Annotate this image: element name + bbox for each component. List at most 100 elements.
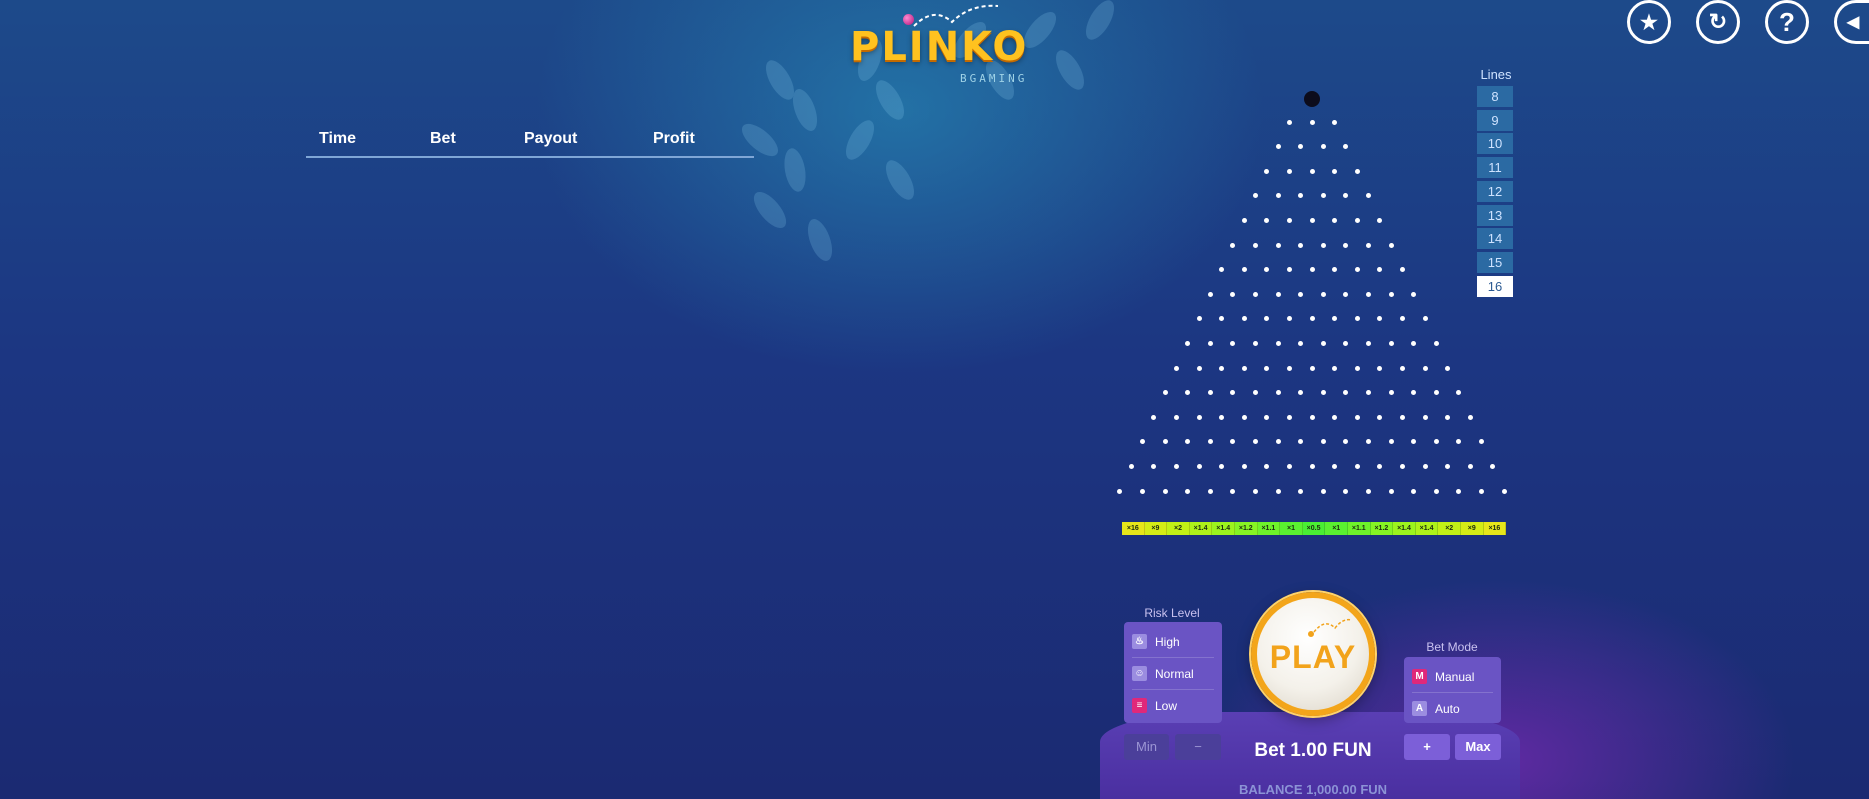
peg [1366,340,1371,346]
peg [1298,242,1304,248]
peg [1298,390,1304,396]
achievements-icon[interactable]: ★ [1627,0,1671,44]
peg [1366,439,1371,445]
bet-mode-auto-option[interactable]: A Auto [1412,693,1493,724]
peg [1286,217,1292,223]
peg [1366,242,1371,248]
play-button[interactable]: PLAY [1251,592,1375,716]
multiplier-slot: ×1.2 [1235,522,1258,535]
peg [1433,340,1439,346]
peg [1151,414,1157,420]
peg [1411,291,1417,297]
decrease-bet-button[interactable]: − [1175,734,1221,760]
risk-normal-option[interactable]: ☺ Normal [1132,658,1214,690]
peg [1128,463,1134,469]
peg [1286,267,1292,273]
peg [1320,340,1326,346]
peg [1253,390,1258,396]
face-icon: ☺ [1132,666,1147,681]
risk-low-label: Low [1155,698,1178,713]
min-bet-button[interactable]: Min [1124,734,1169,760]
lines-option-9[interactable]: 9 [1477,109,1513,131]
peg [1298,193,1304,199]
peg [1219,463,1225,469]
peg [1253,242,1258,248]
history-icon[interactable]: ↻ [1696,0,1740,44]
peg [1467,414,1473,420]
peg [1388,439,1394,445]
peg [1343,488,1349,494]
help-icon[interactable]: ? [1765,0,1809,44]
peg [1354,463,1360,469]
peg [1309,168,1315,174]
peg [1253,488,1258,494]
lines-option-13[interactable]: 13 [1477,204,1513,226]
peg [1298,488,1304,494]
peg [1366,488,1371,494]
peg [1298,144,1304,150]
multiplier-slot: ×1.4 [1189,522,1213,535]
peg [1264,414,1270,420]
lines-option-12[interactable]: 12 [1477,180,1513,202]
peg [1309,463,1315,469]
peg [1230,390,1236,396]
peg [1422,316,1428,322]
peg [1219,316,1225,322]
peg [1309,316,1315,322]
peg [1207,439,1213,445]
peg [1219,365,1225,371]
lines-option-14[interactable]: 14 [1477,228,1513,250]
multiplier-slot: ×16 [1483,522,1507,535]
peg [1162,439,1168,445]
peg [1196,365,1202,371]
peg [1275,390,1281,396]
peg [1309,414,1315,420]
peg [1185,390,1191,396]
peg [1275,291,1281,297]
lines-option-11[interactable]: 11 [1477,157,1513,179]
peg [1275,242,1281,248]
peg [1207,340,1213,346]
multiplier-slot: ×9 [1144,522,1168,535]
lines-option-15[interactable]: 15 [1477,251,1513,273]
multiplier-slot: ×1.2 [1370,522,1394,535]
sound-icon[interactable]: ◀ [1834,0,1869,44]
lines-option-10[interactable]: 10 [1477,133,1513,155]
col-payout: Payout [524,130,578,147]
peg [1411,488,1417,494]
peg [1388,390,1394,396]
bet-mode-manual-option[interactable]: M Manual [1412,661,1493,693]
peg [1230,439,1236,445]
peg [1411,439,1417,445]
bet-mode-group: M Manual A Auto [1404,657,1501,723]
peg [1309,365,1315,371]
peg [1173,463,1179,469]
lines-option-16[interactable]: 16 [1477,275,1513,297]
peg [1411,340,1417,346]
peg [1332,267,1338,273]
peg [1298,439,1304,445]
increase-bet-button[interactable]: + [1404,734,1450,760]
peg [1219,267,1225,273]
max-bet-button[interactable]: Max [1455,734,1501,760]
peg [1320,488,1326,494]
peg [1399,365,1405,371]
peg [1501,488,1507,494]
peg [1286,463,1292,469]
lines-option-8[interactable]: 8 [1477,86,1513,107]
peg [1320,291,1326,297]
risk-level-label: Risk Level [1144,606,1200,620]
peg [1343,439,1349,445]
risk-low-option[interactable]: ≡ Low [1132,690,1214,721]
peg [1343,242,1349,248]
provider-logo: BGAMING [960,72,1028,85]
peg [1309,267,1315,273]
bet-mode-manual-label: Manual [1435,669,1475,684]
risk-high-option[interactable]: ♨ High [1132,626,1214,658]
peg [1399,463,1405,469]
peg [1354,168,1360,174]
peg [1445,463,1451,469]
peg [1185,439,1191,445]
peg [1286,168,1292,174]
peg [1399,267,1405,273]
